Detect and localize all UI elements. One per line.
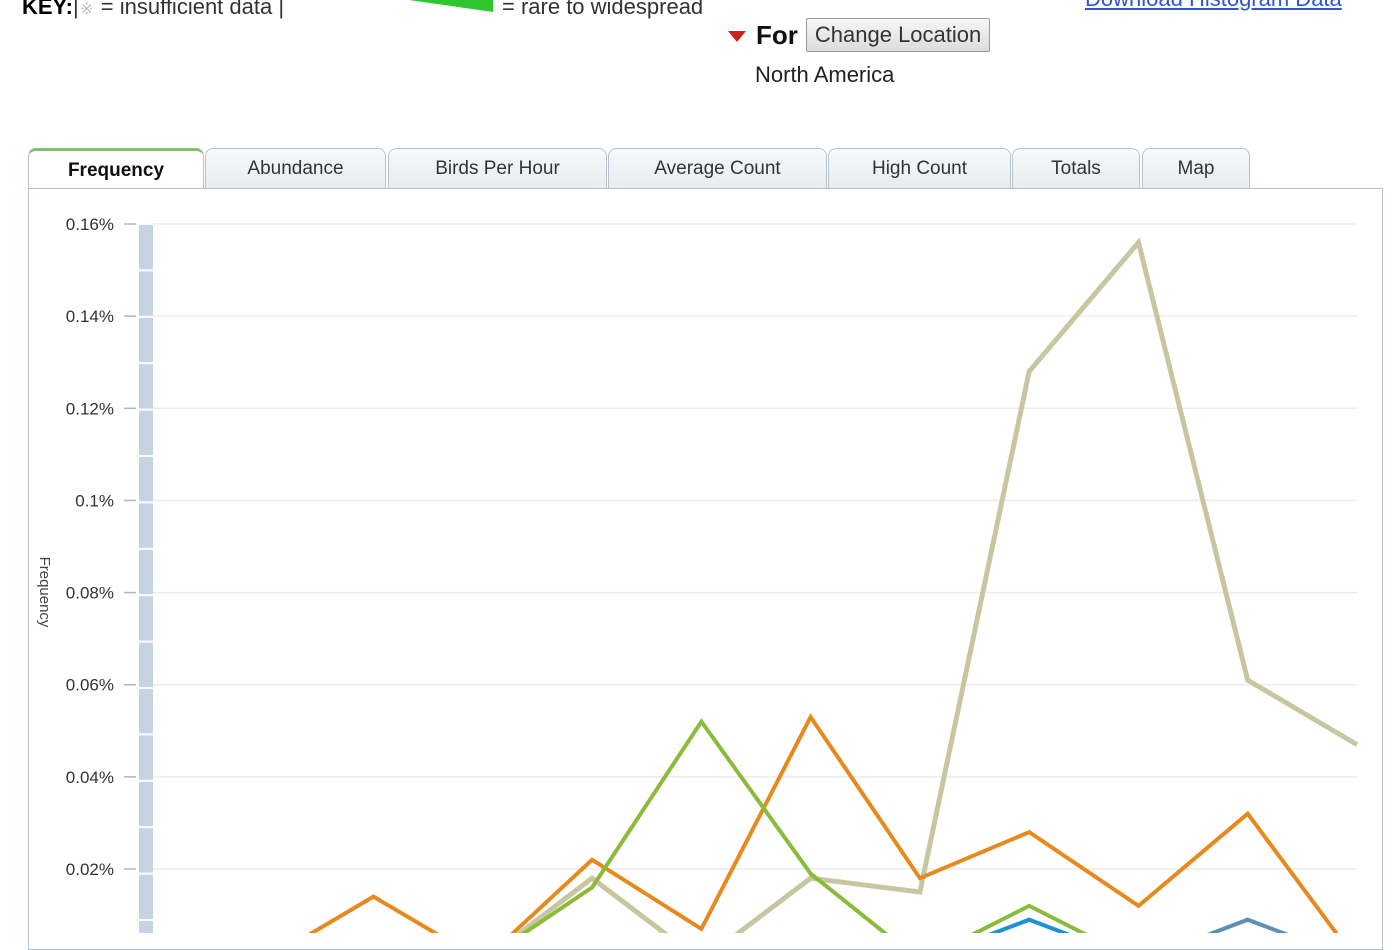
y-tick-label: 0.08% bbox=[66, 584, 114, 603]
y-tick-label: 0.12% bbox=[66, 399, 114, 418]
frequency-line-chart: 0.16%0.14%0.12%0.1%0.08%0.06%0.04%0.02% … bbox=[36, 215, 1359, 933]
y-tick-label: 0.1% bbox=[75, 491, 114, 510]
series-line-0 bbox=[515, 237, 1359, 933]
y-tick-label: 0.04% bbox=[66, 768, 114, 787]
y-tick-label: 0.02% bbox=[66, 860, 114, 879]
series-line-1 bbox=[307, 713, 1339, 933]
y-axis-label: Frequency bbox=[36, 557, 53, 628]
y-tick-label: 0.16% bbox=[66, 215, 114, 234]
y-tick-label: 0.14% bbox=[66, 307, 114, 326]
y-tick-label: 0.06% bbox=[66, 676, 114, 695]
